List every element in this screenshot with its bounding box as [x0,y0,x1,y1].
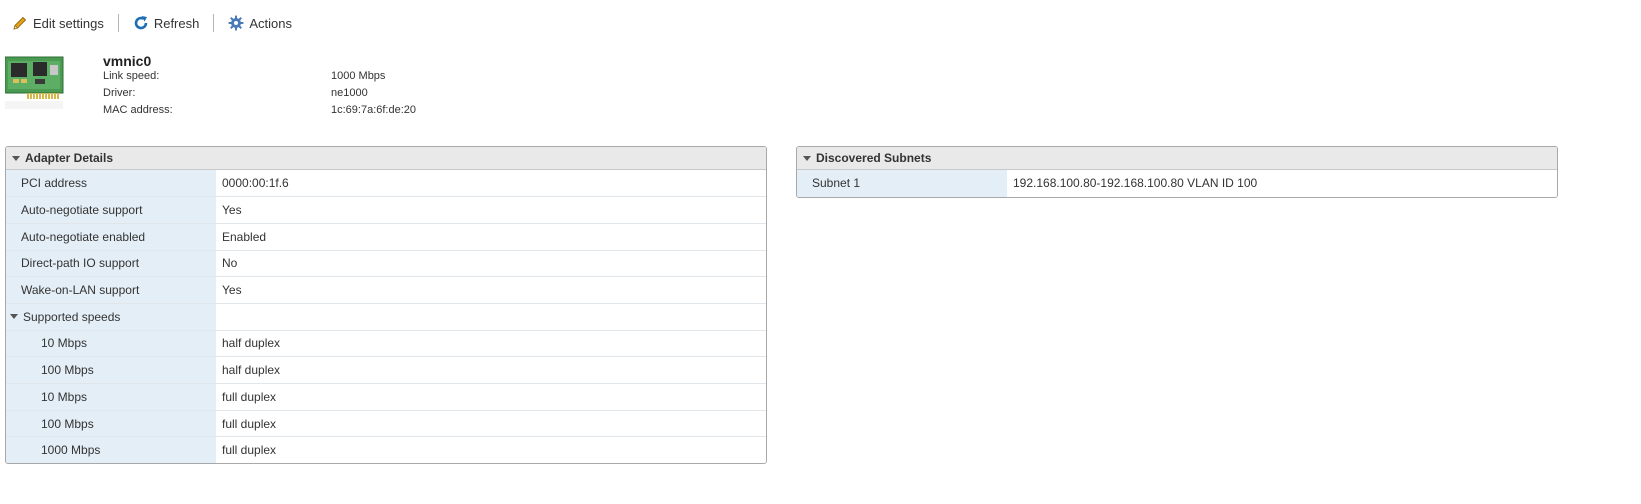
speed-name: 10 Mbps [6,330,216,358]
adapter-name: vmnic0 [103,53,152,69]
speed-duplex: half duplex [216,330,766,358]
adapter-details-panel: Adapter Details PCI address 0000:00:1f.6… [5,146,767,464]
table-row: Direct-path IO support No [6,250,766,278]
property-name: PCI address [6,170,216,198]
property-value: Enabled [216,223,766,251]
speed-duplex: half duplex [216,356,766,384]
mac-address-label: MAC address: [103,104,173,116]
toolbar-separator [213,14,215,32]
gear-icon [228,15,244,31]
adapter-details-table: PCI address 0000:00:1f.6 Auto-negotiate … [6,170,766,463]
discovered-subnets-table: Subnet 1 192.168.100.80-192.168.100.80 V… [797,170,1557,197]
driver-row: Driver: ne1000 [103,87,503,101]
property-value: Yes [216,276,766,304]
refresh-label: Refresh [153,15,200,31]
speed-name: 10 Mbps [6,383,216,411]
property-name: Auto-negotiate enabled [6,223,216,251]
table-row: 100 Mbps full duplex [6,410,766,438]
speed-duplex: full duplex [216,383,766,411]
property-name: Wake-on-LAN support [6,276,216,304]
edit-settings-button[interactable]: Edit settings [10,13,106,33]
table-row: 100 Mbps half duplex [6,356,766,384]
refresh-button[interactable]: Refresh [131,13,202,33]
link-speed-row: Link speed: 1000 Mbps [103,70,503,84]
driver-value: ne1000 [331,87,368,99]
adapter-details-title: Adapter Details [25,150,114,165]
property-value: 0000:00:1f.6 [216,170,766,198]
table-row: 10 Mbps full duplex [6,383,766,411]
collapse-caret-icon [803,155,811,161]
discovered-subnets-title: Discovered Subnets [816,150,932,165]
subnet-value: 192.168.100.80-192.168.100.80 VLAN ID 10… [1007,170,1557,197]
actions-label: Actions [249,15,292,31]
link-speed-label: Link speed: [103,70,160,82]
table-row: Auto-negotiate support Yes [6,196,766,224]
property-name: Direct-path IO support [6,250,216,278]
mac-address-row: MAC address: 1c:69:7a:6f:de:20 [103,104,503,118]
mac-address-value: 1c:69:7a:6f:de:20 [331,104,417,116]
table-row: Wake-on-LAN support Yes [6,276,766,304]
supported-speeds-label: Supported speeds [23,309,121,324]
pencil-icon [13,16,27,30]
speed-name: 100 Mbps [6,356,216,384]
table-row: 10 Mbps half duplex [6,330,766,358]
toolbar: Edit settings Refresh Actions [10,12,294,34]
edit-settings-label: Edit settings [33,15,104,31]
refresh-icon [134,16,148,30]
speed-duplex: full duplex [216,436,766,463]
link-speed-value: 1000 Mbps [331,70,386,82]
adapter-summary: vmnic0 Link speed: 1000 Mbps Driver: ne1… [5,51,705,126]
subnet-name: Subnet 1 [797,170,1007,197]
property-value: Yes [216,196,766,224]
property-name: Auto-negotiate support [6,196,216,224]
property-value: No [216,250,766,278]
driver-label: Driver: [103,87,136,99]
expand-caret-icon [10,314,18,320]
network-card-icon [5,56,64,109]
supported-speeds-group-row[interactable]: Supported speeds [6,303,766,331]
toolbar-separator [117,14,119,32]
table-row: Auto-negotiate enabled Enabled [6,223,766,251]
adapter-details-header[interactable]: Adapter Details [6,147,766,170]
property-value [216,303,766,331]
table-row: PCI address 0000:00:1f.6 [6,170,766,198]
table-row: Subnet 1 192.168.100.80-192.168.100.80 V… [797,170,1557,197]
discovered-subnets-header[interactable]: Discovered Subnets [797,147,1557,170]
speed-name: 100 Mbps [6,410,216,438]
discovered-subnets-panel: Discovered Subnets Subnet 1 192.168.100.… [796,146,1558,198]
collapse-caret-icon [12,155,20,161]
speed-duplex: full duplex [216,410,766,438]
table-row: 1000 Mbps full duplex [6,436,766,463]
supported-speeds-toggle[interactable]: Supported speeds [6,303,216,331]
speed-name: 1000 Mbps [6,436,216,463]
actions-button[interactable]: Actions [226,13,294,33]
